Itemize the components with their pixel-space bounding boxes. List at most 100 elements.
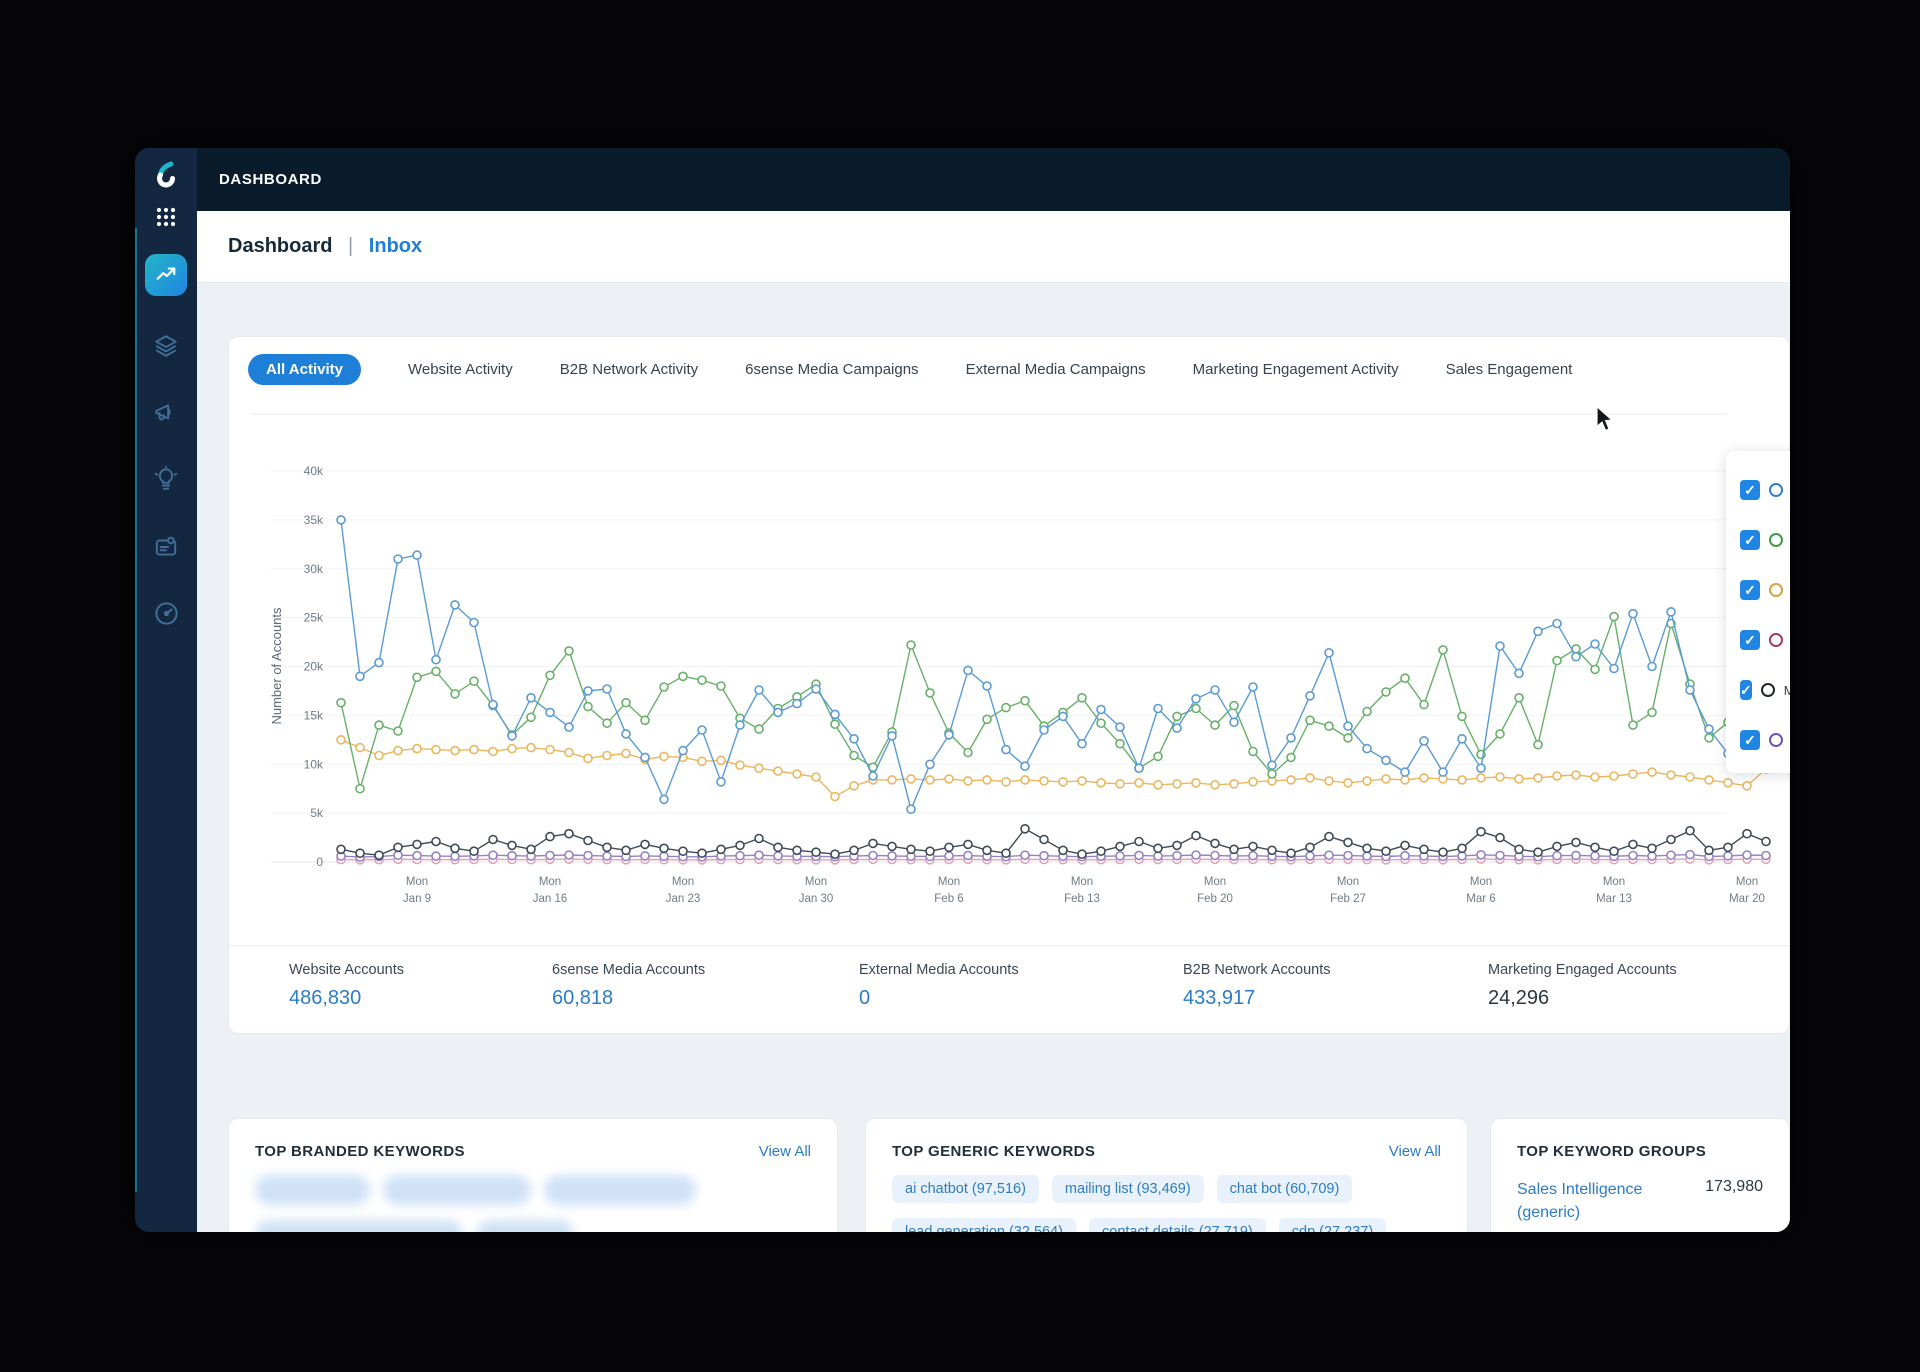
stat-value[interactable]: 433,917 bbox=[1183, 987, 1331, 1010]
top-header: DASHBOARD bbox=[197, 148, 1790, 211]
sixsense-logo-icon bbox=[135, 160, 197, 190]
series-marker-icon bbox=[1769, 533, 1783, 547]
breadcrumb-current: Dashboard bbox=[228, 235, 332, 257]
keyword-chip[interactable]: mailing list (93,469) bbox=[1052, 1175, 1204, 1203]
stat-label: Marketing Engaged Accounts bbox=[1488, 962, 1677, 978]
legend-checkbox-icon[interactable]: ✓ bbox=[1740, 580, 1760, 600]
stat-label: 6sense Media Accounts bbox=[552, 962, 705, 978]
breadcrumb-separator: | bbox=[348, 235, 353, 257]
stat-value[interactable]: 0 bbox=[859, 987, 1019, 1010]
breadcrumb: Dashboard | Inbox bbox=[228, 235, 422, 258]
blurred-keyword-chip bbox=[255, 1175, 370, 1205]
svg-text:Mon: Mon bbox=[1071, 876, 1093, 888]
svg-text:5k: 5k bbox=[310, 806, 324, 820]
nav-layers-icon[interactable] bbox=[135, 333, 197, 359]
svg-text:Feb 27: Feb 27 bbox=[1330, 893, 1366, 905]
stat-label: B2B Network Accounts bbox=[1183, 962, 1331, 978]
legend-label: Marketing Engagement Activity bbox=[1784, 683, 1790, 698]
legend-checkbox-icon[interactable]: ✓ bbox=[1740, 680, 1752, 700]
stat-value[interactable]: 60,818 bbox=[552, 987, 705, 1010]
stat-b2b-network-accounts: B2B Network Accounts 433,917 bbox=[1183, 962, 1331, 1010]
tab-sales-engagement[interactable]: Sales Engagement bbox=[1446, 354, 1573, 385]
svg-text:Jan 30: Jan 30 bbox=[799, 893, 834, 905]
svg-text:Mon: Mon bbox=[938, 876, 960, 888]
keyword-group-link[interactable]: Sales Intelligence (generic) bbox=[1517, 1178, 1687, 1224]
sidebar bbox=[135, 148, 197, 1232]
nav-gauge-icon[interactable] bbox=[135, 600, 197, 627]
series-marker-icon bbox=[1769, 733, 1783, 747]
legend-item-6sense-media-campaigns[interactable]: ✓6sense Media Campaigns bbox=[1740, 565, 1790, 615]
main-content: Dashboard | Inbox All Activity Website Ac… bbox=[197, 210, 1790, 1232]
chart-legend-flyout: ✓Website Activity✓B2B Network Activity✓6… bbox=[1726, 451, 1790, 773]
legend-item-website-activity[interactable]: ✓Website Activity bbox=[1740, 465, 1790, 515]
svg-text:0: 0 bbox=[316, 855, 323, 869]
svg-text:Mon: Mon bbox=[1470, 876, 1492, 888]
app-grid-icon[interactable] bbox=[135, 206, 197, 228]
series-marker-icon bbox=[1769, 583, 1783, 597]
tab-website-activity[interactable]: Website Activity bbox=[408, 354, 513, 385]
legend-checkbox-icon[interactable]: ✓ bbox=[1740, 630, 1760, 650]
legend-item-marketing-engagement-activity[interactable]: ✓ Marketing Engagement Activity bbox=[1740, 665, 1790, 715]
stat-website-accounts: Website Accounts486,830 bbox=[289, 962, 404, 1010]
stat-marketing-engaged-accounts: Marketing Engaged Accounts24,296 bbox=[1488, 962, 1677, 1010]
activity-chart-card: All Activity Website Activity B2B Network … bbox=[228, 336, 1790, 1034]
svg-text:Mon: Mon bbox=[539, 876, 561, 888]
groups-card-title: TOP KEYWORD GROUPS bbox=[1517, 1143, 1706, 1160]
tab-external-media-campaigns[interactable]: External Media Campaigns bbox=[966, 354, 1146, 385]
breadcrumb-inbox-link[interactable]: Inbox bbox=[369, 235, 422, 257]
legend-checkbox-icon[interactable]: ✓ bbox=[1740, 530, 1760, 550]
legend-checkbox-icon[interactable]: ✓ bbox=[1740, 730, 1760, 750]
nav-analytics-active[interactable] bbox=[135, 254, 197, 296]
generic-keyword-chips: ai chatbot (97,516) mailing list (93,469)… bbox=[892, 1175, 1441, 1232]
keyword-chip[interactable]: chat bot (60,709) bbox=[1217, 1175, 1353, 1203]
top-keyword-groups-card: TOP KEYWORD GROUPS Sales Intelligence (g… bbox=[1490, 1118, 1790, 1232]
svg-text:Mon: Mon bbox=[406, 876, 428, 888]
keyword-chip[interactable]: ai chatbot (97,516) bbox=[892, 1175, 1039, 1203]
stat-external-media-accounts: External Media Accounts0 bbox=[859, 962, 1019, 1010]
svg-text:Mon: Mon bbox=[805, 876, 827, 888]
svg-text:Jan 16: Jan 16 bbox=[533, 893, 568, 905]
top-branded-keywords-card: TOP BRANDED KEYWORDS View All bbox=[228, 1118, 838, 1232]
svg-text:35k: 35k bbox=[304, 513, 324, 527]
account-stats-row: Website Accounts486,830 6sense Media Acco… bbox=[229, 945, 1789, 1034]
breadcrumb-bar: Dashboard | Inbox bbox=[197, 210, 1790, 283]
tab-marketing-engagement-activity[interactable]: Marketing Engagement Activity bbox=[1193, 354, 1399, 385]
series-marker-icon bbox=[1761, 683, 1775, 697]
nav-megaphone-icon[interactable] bbox=[135, 400, 197, 426]
blurred-keyword-chip bbox=[476, 1220, 574, 1232]
tab-all-activity[interactable]: All Activity bbox=[248, 354, 361, 385]
tab-6sense-media-campaigns[interactable]: 6sense Media Campaigns bbox=[745, 354, 918, 385]
keyword-chip[interactable]: lead generation (32,564) bbox=[892, 1218, 1076, 1232]
keyword-chip[interactable]: cdp (27,237) bbox=[1279, 1218, 1386, 1232]
blurred-keyword-chip bbox=[255, 1220, 463, 1232]
accounts-line-chart[interactable]: 05k10k15k20k25k30k35k40kNumber of Accoun… bbox=[251, 401, 1790, 921]
svg-text:Mar 13: Mar 13 bbox=[1596, 893, 1632, 905]
svg-text:Mon: Mon bbox=[672, 876, 694, 888]
nav-lightbulb-icon[interactable] bbox=[135, 466, 197, 492]
svg-text:Mon: Mon bbox=[1603, 876, 1625, 888]
keyword-group-rows: Sales Intelligence (generic)173,980Drift bbox=[1517, 1178, 1763, 1232]
nav-contacts-icon[interactable] bbox=[135, 534, 197, 560]
generic-card-title: TOP GENERIC KEYWORDS bbox=[892, 1143, 1095, 1160]
branded-view-all-link[interactable]: View All bbox=[759, 1143, 811, 1160]
generic-view-all-link[interactable]: View All bbox=[1389, 1143, 1441, 1160]
svg-text:Mar 20: Mar 20 bbox=[1729, 893, 1765, 905]
stat-value[interactable]: 486,830 bbox=[289, 987, 404, 1010]
series-marker-icon bbox=[1769, 633, 1783, 647]
keyword-chip[interactable]: contact details (27,719) bbox=[1089, 1218, 1266, 1232]
svg-text:Jan 23: Jan 23 bbox=[666, 893, 701, 905]
svg-text:40k: 40k bbox=[304, 464, 324, 478]
legend-checkbox-icon[interactable]: ✓ bbox=[1740, 480, 1760, 500]
top-generic-keywords-card: TOP GENERIC KEYWORDS View All ai chatbot… bbox=[865, 1118, 1468, 1232]
legend-item-sales-engagement[interactable]: ✓Sales Engagement bbox=[1740, 715, 1790, 765]
svg-text:Feb 13: Feb 13 bbox=[1064, 893, 1100, 905]
svg-text:Jan 9: Jan 9 bbox=[403, 893, 431, 905]
svg-text:20k: 20k bbox=[304, 660, 324, 674]
keyword-group-row: Sales Intelligence (generic)173,980 bbox=[1517, 1178, 1763, 1224]
tab-b2b-network-activity[interactable]: B2B Network Activity bbox=[560, 354, 698, 385]
svg-text:Feb 20: Feb 20 bbox=[1197, 893, 1233, 905]
trending-up-icon bbox=[145, 254, 187, 296]
legend-item-b2b-network-activity[interactable]: ✓B2B Network Activity bbox=[1740, 515, 1790, 565]
svg-text:15k: 15k bbox=[304, 708, 324, 722]
legend-item-external-media-campaigns[interactable]: ✓External Media Campaigns bbox=[1740, 615, 1790, 665]
